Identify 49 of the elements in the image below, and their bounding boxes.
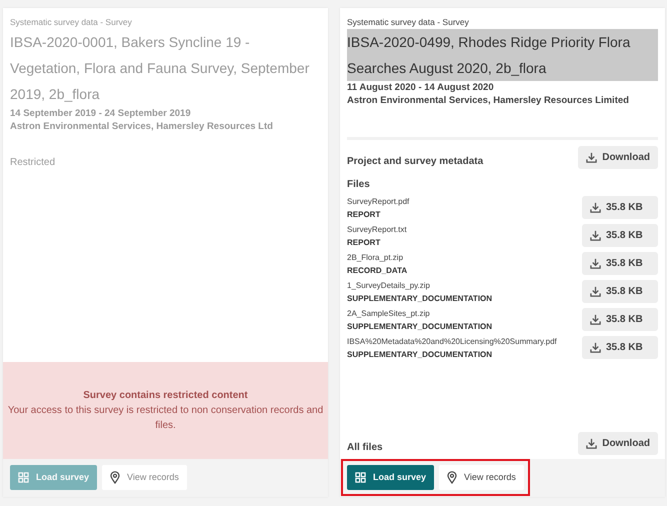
survey-dates: 11 August 2020 - 14 August 2020 xyxy=(347,80,495,94)
file-name: 2A_SampleSites_pt.zip xyxy=(347,308,431,320)
file-download-button[interactable]: 35.8 KB xyxy=(582,196,658,219)
access-label: Restricted xyxy=(10,156,56,170)
download-icon xyxy=(586,152,598,163)
download-icon xyxy=(590,258,601,269)
file-name: 1_SurveyDetails_py.zip xyxy=(347,280,432,292)
load-survey-button[interactable]: Load survey xyxy=(347,464,434,490)
file-download-button[interactable]: 35.8 KB xyxy=(582,224,658,247)
download-button[interactable]: Download xyxy=(578,432,658,454)
survey-category: Systematic survey data - Survey xyxy=(347,16,470,29)
file-download-button[interactable]: 35.8 KB xyxy=(582,252,658,275)
download-icon xyxy=(590,314,601,325)
restriction-heading: Survey contains restricted content xyxy=(82,388,249,402)
metadata-label: Project and survey metadata xyxy=(347,154,484,169)
file-name: SurveyReport.txt xyxy=(347,224,407,236)
view-records-button[interactable]: View records xyxy=(439,464,524,490)
file-type: SUPPLEMENTARY_DOCUMENTATION xyxy=(347,292,492,305)
location-pin-icon xyxy=(110,470,120,484)
survey-title: IBSA-2020-0499, Rhodes Ridge Priority Flora Searches August 2020, 2b_flora xyxy=(347,28,658,81)
location-pin-icon xyxy=(447,470,458,484)
file-type: SUPPLEMENTARY_DOCUMENTATION xyxy=(347,320,492,333)
survey-organisations: Astron Environmental Services, Hamersley Resources Ltd xyxy=(10,120,274,133)
download-button[interactable]: Download xyxy=(578,146,658,169)
file-name: IBSA%20Metadata%20and%20Licensing%20Summary.pdf xyxy=(347,336,557,348)
download-icon xyxy=(590,342,601,353)
file-download-button[interactable]: 35.8 KB xyxy=(582,280,658,303)
survey-category: Systematic survey data - Survey xyxy=(10,16,133,29)
view-records-button[interactable]: View records xyxy=(102,464,187,490)
download-icon xyxy=(590,286,601,297)
survey-title: IBSA-2020-0001, Bakers Syncline 19 - Vegetation, Flora and Fauna Survey, September 2019, 2b_flora xyxy=(10,32,310,104)
restriction-message: Your access to this survey is restricted to non conservation records and files. xyxy=(8,404,324,430)
file-type: SUPPLEMENTARY_DOCUMENTATION xyxy=(347,348,494,361)
file-type: REPORT xyxy=(347,236,382,249)
file-name: SurveyReport.pdf xyxy=(347,196,410,208)
files-heading: Files xyxy=(347,178,371,192)
all-files-label: All files xyxy=(347,440,383,454)
survey-dates: 14 September 2019 - 24 September 2019 xyxy=(10,106,192,120)
survey-organisations: Astron Environmental Services, Hamersley Resources Limited xyxy=(347,94,630,107)
grid-icon xyxy=(18,472,29,483)
file-download-button[interactable]: 35.8 KB xyxy=(582,336,658,359)
grid-icon xyxy=(355,472,366,483)
file-download-button[interactable]: 35.8 KB xyxy=(582,308,658,331)
download-icon xyxy=(590,230,601,241)
download-icon xyxy=(586,438,598,448)
file-type: REPORT xyxy=(347,208,382,221)
file-type: RECORD_DATA xyxy=(347,264,408,277)
download-icon xyxy=(590,202,601,213)
file-name: 2B_Flora_pt.zip xyxy=(347,252,404,264)
